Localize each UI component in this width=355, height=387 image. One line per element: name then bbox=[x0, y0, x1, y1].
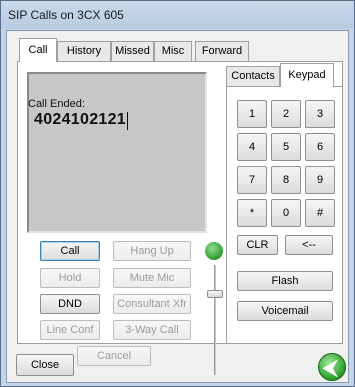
window-title: SIP Calls on 3CX 605 bbox=[8, 8, 124, 22]
three-way-call-button[interactable]: 3-Way Call bbox=[113, 320, 191, 340]
key-3[interactable]: 3 bbox=[305, 100, 335, 128]
tab-keypad[interactable]: Keypad bbox=[280, 63, 334, 87]
hold-button[interactable]: Hold bbox=[40, 268, 100, 288]
cancel-button[interactable]: Cancel bbox=[77, 346, 151, 366]
call-button[interactable]: Call bbox=[40, 241, 100, 261]
key-4[interactable]: 4 bbox=[237, 133, 267, 161]
speaker-icon[interactable] bbox=[205, 242, 223, 260]
title-bar[interactable]: SIP Calls on 3CX 605 bbox=[1, 1, 354, 29]
call-display: Call Ended: 4024102121 bbox=[27, 72, 207, 233]
back-arrow-icon[interactable]: ⮜ bbox=[318, 353, 346, 381]
backspace-button[interactable]: <-- bbox=[285, 235, 333, 255]
key-0[interactable]: 0 bbox=[271, 199, 301, 227]
key-8[interactable]: 8 bbox=[271, 166, 301, 194]
tab-misc[interactable]: Misc bbox=[154, 41, 192, 61]
dialed-number[interactable]: 4024102121 bbox=[34, 111, 126, 129]
tab-contacts[interactable]: Contacts bbox=[226, 66, 280, 86]
clr-button[interactable]: CLR bbox=[237, 235, 278, 255]
key-star[interactable]: * bbox=[237, 199, 267, 227]
app-window: SIP Calls on 3CX 605 Call History Missed… bbox=[0, 0, 355, 387]
tab-history[interactable]: History bbox=[57, 41, 111, 61]
dnd-button[interactable]: DND bbox=[40, 294, 100, 314]
close-button[interactable]: Close bbox=[16, 354, 74, 376]
tab-missed[interactable]: Missed bbox=[111, 41, 154, 61]
keypad-panel: 1 2 3 4 5 6 7 8 9 * 0 # CLR <-- Flash Vo… bbox=[226, 86, 343, 344]
line-conf-button[interactable]: Line Conf bbox=[40, 320, 100, 340]
key-9[interactable]: 9 bbox=[305, 166, 335, 194]
flash-button[interactable]: Flash bbox=[237, 271, 333, 291]
volume-slider-track[interactable] bbox=[214, 265, 216, 375]
text-caret bbox=[127, 112, 128, 130]
client-area: Call History Missed Misc Forward Call En… bbox=[6, 30, 349, 383]
mute-mic-button[interactable]: Mute Mic bbox=[113, 268, 191, 288]
tab-forward[interactable]: Forward bbox=[195, 41, 249, 61]
key-hash[interactable]: # bbox=[305, 199, 335, 227]
key-2[interactable]: 2 bbox=[271, 100, 301, 128]
key-6[interactable]: 6 bbox=[305, 133, 335, 161]
hang-up-button[interactable]: Hang Up bbox=[113, 241, 191, 261]
call-status-label: Call Ended: bbox=[28, 98, 85, 110]
key-1[interactable]: 1 bbox=[237, 100, 267, 128]
tab-call[interactable]: Call bbox=[19, 38, 57, 62]
voicemail-button[interactable]: Voicemail bbox=[237, 301, 333, 321]
volume-slider-thumb[interactable] bbox=[207, 290, 223, 298]
key-7[interactable]: 7 bbox=[237, 166, 267, 194]
back-arrow-glyph: ⮜ bbox=[323, 355, 338, 379]
consultant-xfr-button[interactable]: Consultant Xfr bbox=[113, 294, 191, 314]
key-5[interactable]: 5 bbox=[271, 133, 301, 161]
